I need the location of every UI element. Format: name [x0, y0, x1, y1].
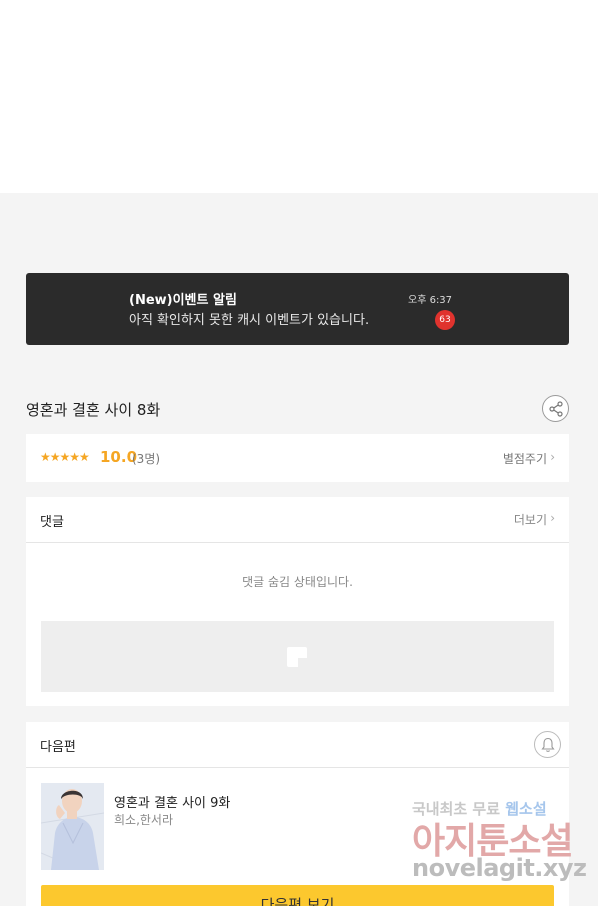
notice-message: 아직 확인하지 못한 캐시 이벤트가 있습니다.: [129, 313, 370, 328]
next-episode-label: 다음편: [40, 740, 76, 755]
rating-stars: ★★★★★: [40, 450, 90, 464]
chevron-right-icon: ›: [550, 450, 555, 464]
episode-title: 영혼과 결혼 사이 8화: [26, 401, 161, 419]
comments-header: 댓글 더보기 ›: [26, 497, 569, 543]
rating-count: (3명): [132, 452, 161, 466]
share-icon: [549, 401, 563, 417]
comments-card: 댓글 더보기 › 댓글 숨김 상태입니다.: [26, 497, 569, 706]
site-watermark: 국내최초 무료 웹소설 아지툰소설 novelagit.xyz: [412, 798, 587, 898]
comments-hidden-message: 댓글 숨김 상태입니다.: [242, 575, 353, 589]
next-episode-header: 다음편: [26, 722, 569, 768]
chevron-right-icon: ›: [550, 511, 555, 525]
bell-icon: [541, 737, 555, 752]
top-blank-area: [0, 0, 598, 193]
image-placeholder-icon: [287, 647, 307, 667]
notify-button[interactable]: [534, 731, 561, 758]
ad-placeholder[interactable]: [41, 621, 554, 692]
share-button[interactable]: [542, 395, 569, 422]
comments-label: 댓글: [40, 515, 64, 530]
notice-time: 오후 6:37: [408, 295, 453, 306]
next-episode-thumbnail[interactable]: [41, 783, 104, 870]
event-notification-banner[interactable]: (New)이벤트 알림 아직 확인하지 못한 캐시 이벤트가 있습니다. 오후 …: [26, 273, 569, 345]
next-episode-title[interactable]: 영혼과 결혼 사이 9화: [114, 792, 230, 811]
rating-card: ★★★★★ 10.0 (3명) 별점주기 ›: [26, 434, 569, 482]
next-episode-author: 희소,한서라: [114, 813, 174, 827]
watermark-url: novelagit.xyz: [412, 854, 587, 882]
comments-more-link[interactable]: 더보기: [514, 511, 547, 528]
notice-count-badge: 63: [435, 310, 455, 330]
notice-title: (New)이벤트 알림: [129, 293, 237, 308]
rate-button[interactable]: 별점주기: [503, 450, 547, 467]
